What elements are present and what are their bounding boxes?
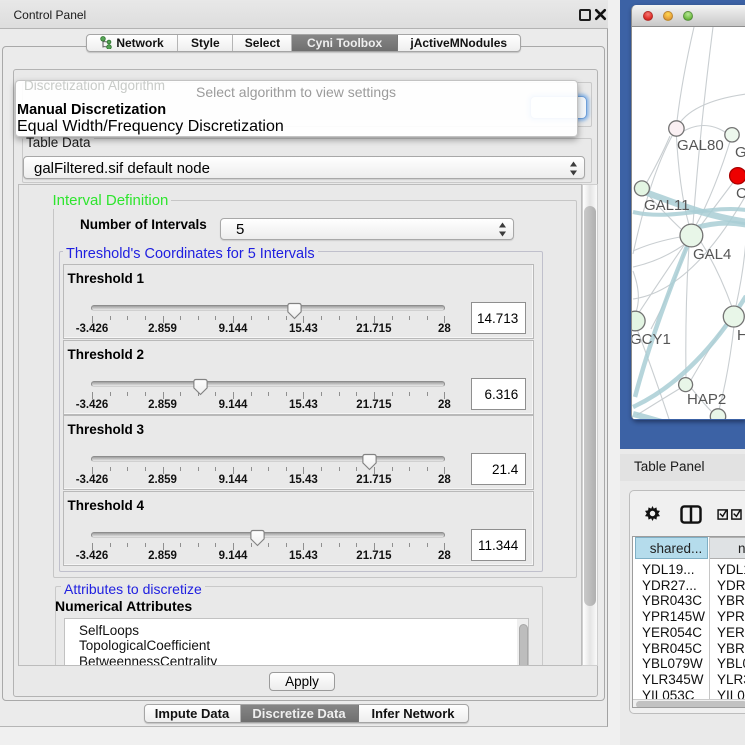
svg-text:GCY1: GCY1 [632,331,671,348]
svg-text:GAL4: GAL4 [693,246,731,263]
svg-text:HAP2: HAP2 [687,391,726,408]
svg-text:GA: GA [735,144,745,161]
svg-text:C: C [736,185,745,202]
svg-text:H: H [737,327,745,344]
svg-text:GAL80: GAL80 [677,137,724,154]
svg-text:GAL11: GAL11 [644,197,690,214]
